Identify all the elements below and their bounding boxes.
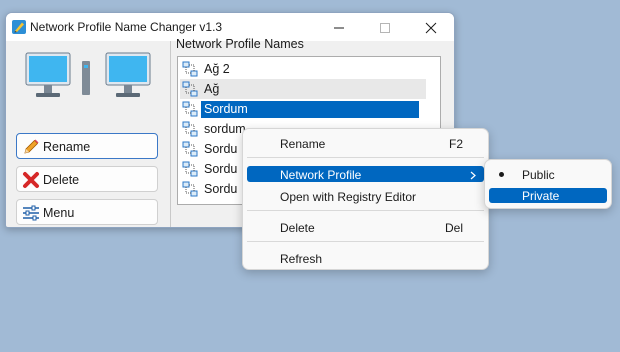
menu-button[interactable]: Menu — [16, 199, 158, 225]
list-item[interactable]: Ağ 2 — [180, 59, 426, 79]
menu-item-network-profile[interactable]: Network Profile — [247, 166, 484, 182]
list-item-label: Sordu — [204, 142, 238, 156]
maximize-button — [362, 13, 408, 41]
list-item-selected[interactable]: Sordum — [180, 99, 426, 119]
menu-item-label: Refresh — [280, 252, 323, 266]
list-item-label: Ağ — [204, 82, 220, 96]
maximize-icon — [380, 23, 390, 33]
menu-separator — [247, 241, 484, 242]
network-icon — [182, 81, 198, 97]
submenu-item-label: Public — [522, 168, 555, 182]
network-profile-names-label: Network Profile Names — [176, 37, 304, 51]
menu-item-label: Delete — [280, 221, 315, 235]
menu-item-rename[interactable]: Rename F2 — [247, 135, 484, 151]
rename-button-label: Rename — [43, 140, 91, 154]
close-icon — [425, 22, 437, 34]
menu-separator — [247, 157, 484, 158]
menu-item-refresh[interactable]: Refresh — [247, 250, 484, 266]
network-profile-submenu: Public Private — [484, 159, 612, 209]
network-icon — [182, 121, 198, 137]
list-item[interactable]: Ağ — [180, 79, 426, 99]
radio-bullet-icon — [499, 172, 504, 177]
network-icon — [182, 61, 198, 77]
sliders-icon — [22, 204, 40, 222]
delete-button[interactable]: Delete — [16, 166, 158, 192]
menu-item-delete[interactable]: Delete Del — [247, 219, 484, 235]
left-panel: Rename Delete Menu — [6, 41, 171, 227]
minimize-icon — [334, 27, 344, 29]
pencil-icon — [22, 138, 40, 156]
menu-item-label: Open with Registry Editor — [280, 190, 417, 204]
rename-button[interactable]: Rename — [16, 133, 158, 159]
menu-item-label: Network Profile — [280, 168, 362, 182]
delete-button-label: Delete — [43, 173, 80, 187]
menu-item-shortcut: Del — [444, 221, 463, 235]
menu-item-label: Rename — [280, 137, 326, 151]
submenu-item-label: Private — [522, 189, 560, 203]
submenu-item-private[interactable]: Private — [489, 188, 607, 203]
list-item-label: Sordu — [204, 182, 238, 196]
network-icon — [182, 161, 198, 177]
context-menu: Rename F2 Network Profile Open with Regi… — [242, 128, 489, 270]
network-icon — [182, 181, 198, 197]
list-item-label: Sordu — [204, 162, 238, 176]
menu-separator — [247, 210, 484, 211]
close-button[interactable] — [408, 13, 454, 41]
menu-item-shortcut: F2 — [448, 137, 463, 151]
minimize-button[interactable] — [316, 13, 362, 41]
network-icon — [182, 101, 198, 117]
menu-button-label: Menu — [43, 206, 75, 220]
window-title: Network Profile Name Changer v1.3 — [30, 20, 223, 34]
network-icon — [182, 141, 198, 157]
list-item-label: Sordum — [201, 101, 419, 118]
list-item-label: Ağ 2 — [204, 62, 230, 76]
app-logo-icon — [11, 19, 27, 35]
menu-item-open-registry-editor[interactable]: Open with Registry Editor — [247, 188, 484, 204]
chevron-right-icon — [470, 169, 476, 183]
red-x-icon — [22, 171, 40, 189]
submenu-item-public[interactable]: Public — [489, 166, 607, 182]
two-computers-icon — [25, 52, 151, 97]
